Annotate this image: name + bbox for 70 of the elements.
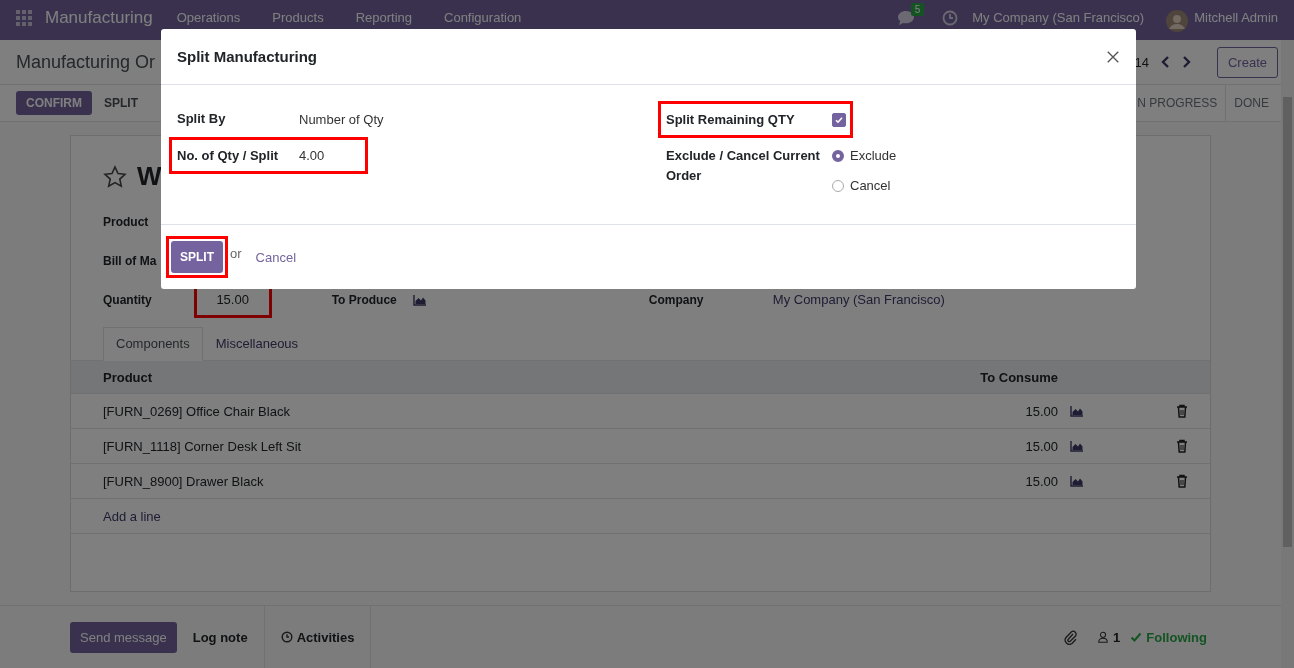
menu-item[interactable]: Reporting xyxy=(355,10,412,25)
check-icon xyxy=(1130,631,1143,643)
send-message-button[interactable]: Send message xyxy=(70,621,177,653)
table-cell-text: 15.00 xyxy=(1024,438,1059,454)
star-icon[interactable] xyxy=(103,164,127,189)
check-icon xyxy=(834,114,844,125)
user-menu[interactable]: Mitchell Admin xyxy=(1194,10,1278,25)
trash-icon[interactable] xyxy=(1176,439,1188,453)
chevron-right-icon[interactable] xyxy=(1180,55,1191,69)
cancel-link[interactable]: Cancel xyxy=(255,249,297,265)
table-cell-text: 15.00 xyxy=(1024,473,1059,489)
column-header[interactable]: To Consume xyxy=(758,369,1062,385)
person-icon xyxy=(1097,631,1110,643)
menu-item[interactable]: Operations xyxy=(176,10,241,25)
close-icon[interactable] xyxy=(1106,49,1120,64)
dialog-title: Split Manufacturing xyxy=(177,48,318,65)
app-name[interactable]: Manufacturing xyxy=(45,8,153,28)
menu-item[interactable]: Products xyxy=(272,10,324,25)
notebook-tab[interactable]: Miscellaneous xyxy=(202,327,312,360)
company-switcher[interactable]: My Company (San Francisco) xyxy=(972,10,1145,25)
field-label: To Produce xyxy=(331,292,397,307)
company-value[interactable]: My Company (San Francisco) xyxy=(772,292,945,307)
action-button[interactable]: SPLIT xyxy=(94,91,148,115)
field-label: Split Remaining QTY xyxy=(666,110,796,129)
create-button[interactable]: Create xyxy=(1216,46,1278,78)
field-label: Bill of Ma xyxy=(103,253,157,268)
column-header[interactable]: Product xyxy=(71,369,758,385)
area-chart-icon[interactable] xyxy=(1070,440,1084,452)
notebook-tab[interactable]: Components xyxy=(103,327,203,361)
action-button[interactable]: CONFIRM xyxy=(16,91,92,115)
table-cell-text: 15.00 xyxy=(1024,403,1059,419)
pager-value: 14 xyxy=(1134,54,1149,70)
activities-button[interactable]: Activities xyxy=(263,606,372,668)
or-text: or xyxy=(230,245,242,261)
qty-input[interactable]: 4.00 xyxy=(299,148,325,163)
table-cell-text: [FURN_0269] Office Chair Black xyxy=(102,403,291,419)
field-label: Quantity xyxy=(103,292,152,307)
trash-icon[interactable] xyxy=(1176,474,1188,488)
trash-icon[interactable] xyxy=(1176,404,1188,418)
radio-option[interactable]: Cancel xyxy=(832,176,897,196)
log-note-button[interactable]: Log note xyxy=(176,606,264,668)
status-stage[interactable]: DONE xyxy=(1225,85,1277,121)
add-line-link[interactable]: Add a line xyxy=(71,508,1210,524)
menu-item[interactable]: Configuration xyxy=(444,10,522,25)
avatar-icon[interactable] xyxy=(1166,10,1189,32)
paperclip-icon[interactable] xyxy=(1063,629,1078,645)
table-cell-text: [FURN_1118] Corner Desk Left Sit xyxy=(102,438,303,454)
area-chart-icon[interactable] xyxy=(1070,475,1084,487)
split-button[interactable]: SPLIT xyxy=(171,241,223,273)
field-label: No. of Qty / Split xyxy=(177,146,280,165)
chevron-left-icon[interactable] xyxy=(1160,55,1171,69)
following-button[interactable]: Following xyxy=(1130,629,1207,645)
chat-icon[interactable] xyxy=(896,10,915,26)
message-count-badge: 5 xyxy=(910,3,925,16)
clock-icon xyxy=(280,631,293,643)
area-chart-icon[interactable] xyxy=(412,293,427,306)
checkbox[interactable] xyxy=(832,112,846,127)
clock-icon[interactable] xyxy=(942,10,959,26)
breadcrumb: Manufacturing Or xyxy=(16,51,156,73)
table-cell-text: [FURN_8900] Drawer Black xyxy=(102,473,265,489)
field-label: Company xyxy=(648,292,705,307)
scrollbar[interactable] xyxy=(1281,40,1294,668)
radio-option[interactable]: Exclude xyxy=(832,146,897,166)
field-label: Split By xyxy=(177,110,227,128)
area-chart-icon[interactable] xyxy=(1070,405,1084,417)
split-by-select[interactable]: Number of Qty xyxy=(299,111,384,127)
followers-button[interactable]: 1 xyxy=(1097,629,1121,645)
record-title: W xyxy=(137,161,162,192)
field-label: Exclude / Cancel Current Order xyxy=(666,147,821,185)
field-label: Product xyxy=(103,214,149,229)
